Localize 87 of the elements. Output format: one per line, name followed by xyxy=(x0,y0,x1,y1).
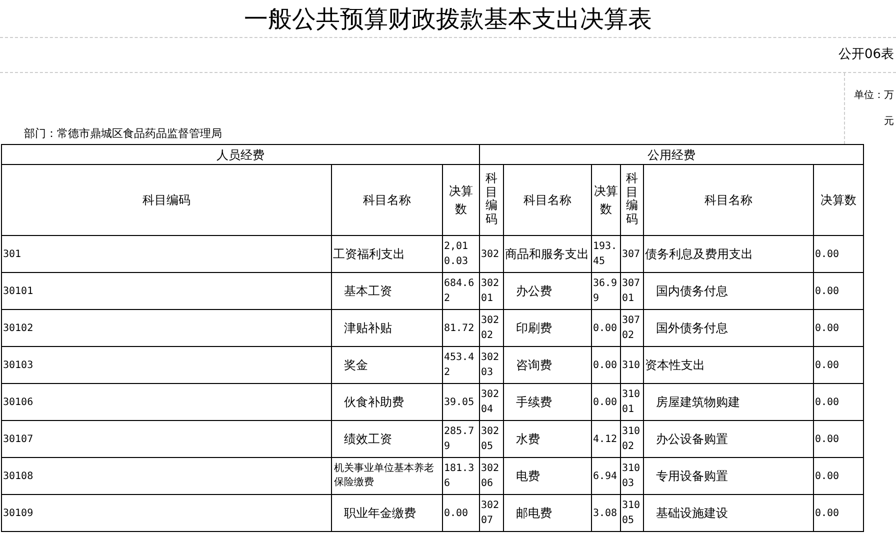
code-cell: 302 xyxy=(480,236,504,272)
amount-cell: 285.79 xyxy=(442,420,480,458)
column-header: 决算数 xyxy=(442,164,480,236)
amount-cell: 2,010.03 xyxy=(442,236,480,272)
name-cell: 水费 xyxy=(504,420,592,458)
name-cell: 商品和服务支出 xyxy=(504,236,592,272)
name-cell: 国外债务付息 xyxy=(644,310,814,346)
department-label: 部门：常德市鼎城区食品药品监督管理局 xyxy=(24,126,222,142)
name-cell: 电费 xyxy=(504,458,592,494)
name-cell: 邮电费 xyxy=(504,494,592,532)
amount-cell: 36.99 xyxy=(592,272,620,310)
amount-cell: 0.00 xyxy=(814,346,864,384)
name-cell: 办公费 xyxy=(504,272,592,310)
name-cell: 房屋建筑物购建 xyxy=(644,384,814,420)
amount-cell: 6.94 xyxy=(592,458,620,494)
code-cell: 31003 xyxy=(620,458,644,494)
name-cell: 机关事业单位基本养老保险缴费 xyxy=(332,458,442,494)
code-cell: 30206 xyxy=(480,458,504,494)
code-cell: 30108 xyxy=(2,458,332,494)
code-cell: 30109 xyxy=(2,494,332,532)
code-cell: 30202 xyxy=(480,310,504,346)
column-header: 科目名称 xyxy=(504,164,592,236)
code-cell: 31001 xyxy=(620,384,644,420)
amount-cell: 0.00 xyxy=(592,310,620,346)
code-cell: 30203 xyxy=(480,346,504,384)
amount-cell: 39.05 xyxy=(442,384,480,420)
group-header: 公用经费 xyxy=(480,144,864,164)
name-cell: 津贴补贴 xyxy=(332,310,442,346)
name-cell: 债务利息及费用支出 xyxy=(644,236,814,272)
column-header: 决算数 xyxy=(814,164,864,236)
report-title: 一般公共预算财政拨款基本支出决算表 xyxy=(244,6,652,30)
column-header: 科目编码 xyxy=(620,164,644,236)
amount-cell: 0.00 xyxy=(814,494,864,532)
amount-cell: 4.12 xyxy=(592,420,620,458)
code-cell: 30204 xyxy=(480,384,504,420)
column-header: 科目名称 xyxy=(644,164,814,236)
amount-cell: 0.00 xyxy=(592,384,620,420)
unit-label: 单位：万元 xyxy=(853,88,894,128)
name-cell: 专用设备购置 xyxy=(644,458,814,494)
name-cell: 咨询费 xyxy=(504,346,592,384)
name-cell: 伙食补助费 xyxy=(332,384,442,420)
code-cell: 30101 xyxy=(2,272,332,310)
amount-cell: 453.42 xyxy=(442,346,480,384)
code-cell: 30207 xyxy=(480,494,504,532)
code-cell: 307 xyxy=(620,236,644,272)
amount-cell: 0.00 xyxy=(442,494,480,532)
amount-cell: 0.00 xyxy=(814,272,864,310)
code-cell: 30701 xyxy=(620,272,644,310)
column-header: 科目编码 xyxy=(2,164,332,236)
name-cell: 工资福利支出 xyxy=(332,236,442,272)
name-cell: 国内债务付息 xyxy=(644,272,814,310)
code-cell: 30201 xyxy=(480,272,504,310)
code-cell: 30106 xyxy=(2,384,332,420)
name-cell: 基础设施建设 xyxy=(644,494,814,532)
amount-cell: 0.00 xyxy=(814,236,864,272)
column-header: 科目编码 xyxy=(480,164,504,236)
code-cell: 30205 xyxy=(480,420,504,458)
amount-cell: 3.08 xyxy=(592,494,620,532)
name-cell: 基本工资 xyxy=(332,272,442,310)
code-cell: 30702 xyxy=(620,310,644,346)
name-cell: 办公设备购置 xyxy=(644,420,814,458)
column-header: 科目名称 xyxy=(332,164,442,236)
amount-cell: 684.62 xyxy=(442,272,480,310)
column-header: 决算数 xyxy=(592,164,620,236)
name-cell: 职业年金缴费 xyxy=(332,494,442,532)
amount-cell: 0.00 xyxy=(814,420,864,458)
code-cell: 30102 xyxy=(2,310,332,346)
name-cell: 绩效工资 xyxy=(332,420,442,458)
amount-cell: 181.36 xyxy=(442,458,480,494)
amount-cell: 0.00 xyxy=(814,384,864,420)
name-cell: 印刷费 xyxy=(504,310,592,346)
group-header: 人员经费 xyxy=(2,144,480,164)
code-cell: 31002 xyxy=(620,420,644,458)
code-cell: 31005 xyxy=(620,494,644,532)
code-cell: 30107 xyxy=(2,420,332,458)
form-number: 公开06表 xyxy=(838,46,894,64)
amount-cell: 0.00 xyxy=(814,310,864,346)
name-cell: 资本性支出 xyxy=(644,346,814,384)
name-cell: 奖金 xyxy=(332,346,442,384)
name-cell: 手续费 xyxy=(504,384,592,420)
code-cell: 301 xyxy=(2,236,332,272)
amount-cell: 193.45 xyxy=(592,236,620,272)
code-cell: 310 xyxy=(620,346,644,384)
amount-cell: 0.00 xyxy=(592,346,620,384)
code-cell: 30103 xyxy=(2,346,332,384)
amount-cell: 81.72 xyxy=(442,310,480,346)
amount-cell: 0.00 xyxy=(814,458,864,494)
